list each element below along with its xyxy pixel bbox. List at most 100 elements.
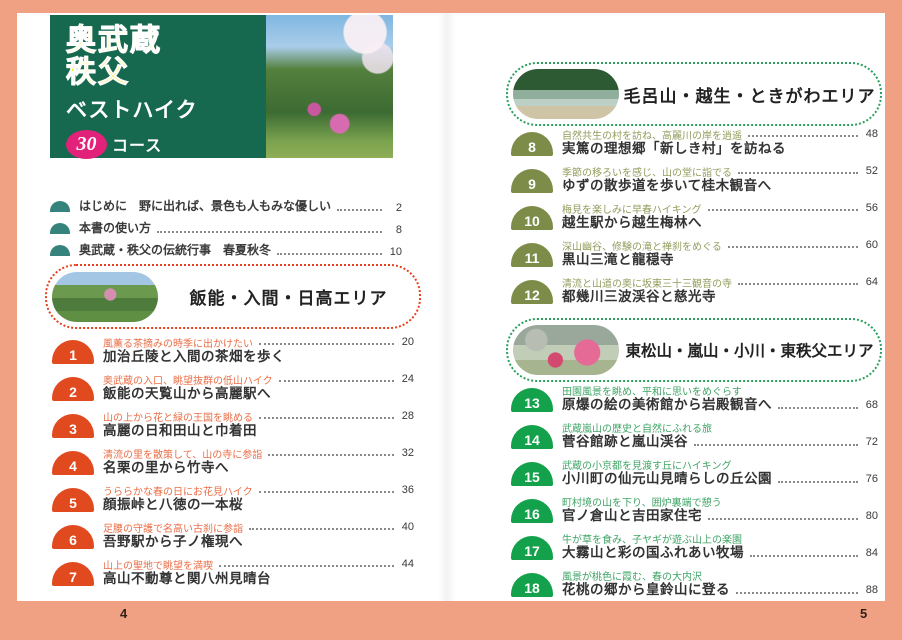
course-row: 14 武蔵嵐山の歴史と自然にふれる旅 菅谷館跡と嵐山渓谷72 — [511, 420, 878, 452]
section-photo-hills — [52, 272, 158, 322]
course-page-number: 48 — [862, 128, 878, 140]
course-count-badge: 30 — [66, 130, 107, 159]
dot-leader — [277, 253, 382, 255]
course-page-number: 40 — [398, 521, 414, 533]
book-title-text: 奥武蔵 秩父 ベストハイク 30 コース — [66, 25, 198, 159]
course-row: 9 季節の移ろいを感じ、山の堂に詣でる52 ゆずの散歩道を歩いて桂木観音へ — [511, 164, 878, 196]
course-title: 原爆の絵の美術館から岩殿観音へ — [562, 393, 772, 413]
course-number-badge: 17 — [511, 536, 553, 560]
section-title: 飯能・入間・日高エリア — [158, 284, 419, 309]
course-list-section1: 1 風薫る茶摘みの時季に出かけたい20 加治丘陵と入間の茶畑を歩く 2 奥武蔵の… — [52, 335, 414, 594]
course-title: 黒山三滝と龍穏寺 — [562, 248, 674, 268]
course-page-number: 72 — [862, 436, 878, 448]
section-photo-river — [513, 69, 619, 119]
course-page-number: 32 — [398, 447, 414, 459]
course-row: 3 山の上から花と緑の王国を眺める28 高麗の日和田山と巾着田 — [52, 409, 414, 441]
book-title-line1: 奥武蔵 — [66, 25, 198, 57]
course-title: 花桃の郷から皇鈴山に登る — [562, 578, 730, 598]
course-title: 飯能の天覧山から高麗駅へ — [103, 382, 271, 402]
course-row: 8 自然共生の村を訪ね、高麗川の岸を逍遥48 実篤の理想郷「新しき村」を訪ねる — [511, 127, 878, 159]
cover-photo-cherry-garden — [266, 15, 393, 158]
course-row: 6 足腰の守護で名高い古刹に参詣40 吾野駅から子ノ権現へ — [52, 520, 414, 552]
course-page-number: 84 — [862, 547, 878, 559]
dome-bullet-icon — [50, 201, 70, 212]
course-title: 名栗の里から竹寺へ — [103, 456, 229, 476]
course-page-number: 68 — [862, 399, 878, 411]
intro-page-number: 2 — [386, 202, 402, 214]
course-title: 実篤の理想郷「新しき村」を訪ねる — [562, 137, 786, 157]
course-row: 17 牛が草を食み、子ヤギが遊ぶ山上の楽園 大霧山と彩の国ふれあい牧場84 — [511, 531, 878, 563]
intro-label: はじめに 野に出れば、景色も人もみな優しい — [79, 197, 331, 214]
course-title: 都幾川三波渓谷と慈光寺 — [562, 285, 716, 305]
course-title: 小川町の仙元山見晴らしの丘公園 — [562, 467, 772, 487]
dot-leader — [750, 555, 858, 557]
course-page-number: 64 — [862, 276, 878, 288]
book-subtitle: ベストハイク — [66, 94, 198, 124]
dot-leader — [157, 231, 382, 233]
intro-page-number: 10 — [386, 246, 402, 258]
course-number-badge: 3 — [52, 414, 94, 438]
course-row: 18 風景が桃色に霞む、春の大内沢 花桃の郷から皇鈴山に登る88 — [511, 568, 878, 600]
course-page-number: 28 — [398, 410, 414, 422]
dome-bullet-icon — [50, 245, 70, 256]
dome-bullet-icon — [50, 223, 70, 234]
course-number-badge: 18 — [511, 573, 553, 597]
course-page-number: 56 — [862, 202, 878, 214]
course-count-row: 30 コース — [66, 130, 198, 159]
intro-item: はじめに 野に出れば、景色も人もみな優しい 2 — [50, 194, 402, 216]
course-title: 官ノ倉山と吉田家住宅 — [562, 504, 702, 524]
course-number-badge: 1 — [52, 340, 94, 364]
section-title: 東松山・嵐山・小川・東秩父エリア — [619, 339, 880, 361]
course-row: 13 田園風景を眺め、平和に思いをめぐらす 原爆の絵の美術館から岩殿観音へ68 — [511, 383, 878, 415]
course-number-badge: 8 — [511, 132, 553, 156]
course-row: 5 うららかな春の日にお花見ハイク36 顔振峠と八徳の一本桜 — [52, 483, 414, 515]
course-number-badge: 5 — [52, 488, 94, 512]
section-title: 毛呂山・越生・ときがわエリア — [619, 82, 880, 107]
dot-leader — [778, 481, 858, 483]
course-number-badge: 6 — [52, 525, 94, 549]
course-number-badge: 10 — [511, 206, 553, 230]
course-row: 2 奥武蔵の入口、眺望抜群の低山ハイク24 飯能の天覧山から高麗駅へ — [52, 372, 414, 404]
course-title: ゆずの散歩道を歩いて桂木観音へ — [562, 174, 772, 194]
course-title: 顔振峠と八徳の一本桜 — [103, 493, 243, 513]
course-number-badge: 14 — [511, 425, 553, 449]
book-title-line2: 秩父 — [66, 57, 198, 89]
course-number-badge: 7 — [52, 562, 94, 586]
dot-leader — [259, 417, 394, 419]
course-title: 吾野駅から子ノ権現へ — [103, 530, 243, 550]
dot-leader — [249, 528, 394, 530]
intro-item: 本書の使い方 8 — [50, 216, 402, 238]
course-page-number: 44 — [398, 558, 414, 570]
page-gutter — [438, 13, 456, 601]
course-page-number: 88 — [862, 584, 878, 596]
dot-leader — [738, 283, 858, 285]
course-page-number: 80 — [862, 510, 878, 522]
course-title: 大霧山と彩の国ふれあい牧場 — [562, 541, 744, 561]
section-header-hanno-iruma-hidaka: 飯能・入間・日高エリア — [45, 264, 421, 329]
dot-leader — [268, 454, 394, 456]
book-title-block: 奥武蔵 秩父 ベストハイク 30 コース — [50, 15, 393, 158]
course-page-number: 52 — [862, 165, 878, 177]
course-page-number: 20 — [398, 336, 414, 348]
course-number-badge: 15 — [511, 462, 553, 486]
course-list-section3: 13 田園風景を眺め、平和に思いをめぐらす 原爆の絵の美術館から岩殿観音へ68 … — [511, 383, 878, 605]
course-title: 高山不動尊と関八州見晴台 — [103, 567, 271, 587]
course-number-badge: 16 — [511, 499, 553, 523]
section-header-moroyama-ogose-tokigawa: 毛呂山・越生・ときがわエリア — [506, 62, 882, 126]
course-number-badge: 12 — [511, 280, 553, 304]
dot-leader — [736, 592, 858, 594]
dot-leader — [708, 209, 859, 211]
intro-label: 奥武蔵・秩父の伝統行事 春夏秋冬 — [79, 241, 271, 258]
course-page-number: 24 — [398, 373, 414, 385]
dot-leader — [279, 380, 394, 382]
dot-leader — [728, 246, 858, 248]
course-title: 加治丘陵と入間の茶畑を歩く — [103, 345, 285, 365]
left-page-number: 4 — [120, 606, 127, 621]
dot-leader — [259, 491, 394, 493]
course-number-badge: 13 — [511, 388, 553, 412]
course-row: 11 深山幽谷、修験の滝と禅刹をめぐる60 黒山三滝と龍穏寺 — [511, 238, 878, 270]
intro-label: 本書の使い方 — [79, 219, 151, 236]
course-count-suffix: コース — [112, 132, 162, 156]
section-header-higashimatsuyama-ranzan-ogawa-higashichichibu: 東松山・嵐山・小川・東秩父エリア — [506, 318, 882, 382]
course-row: 12 清流と山道の奥に坂東三十三観音の寺64 都幾川三波渓谷と慈光寺 — [511, 275, 878, 307]
